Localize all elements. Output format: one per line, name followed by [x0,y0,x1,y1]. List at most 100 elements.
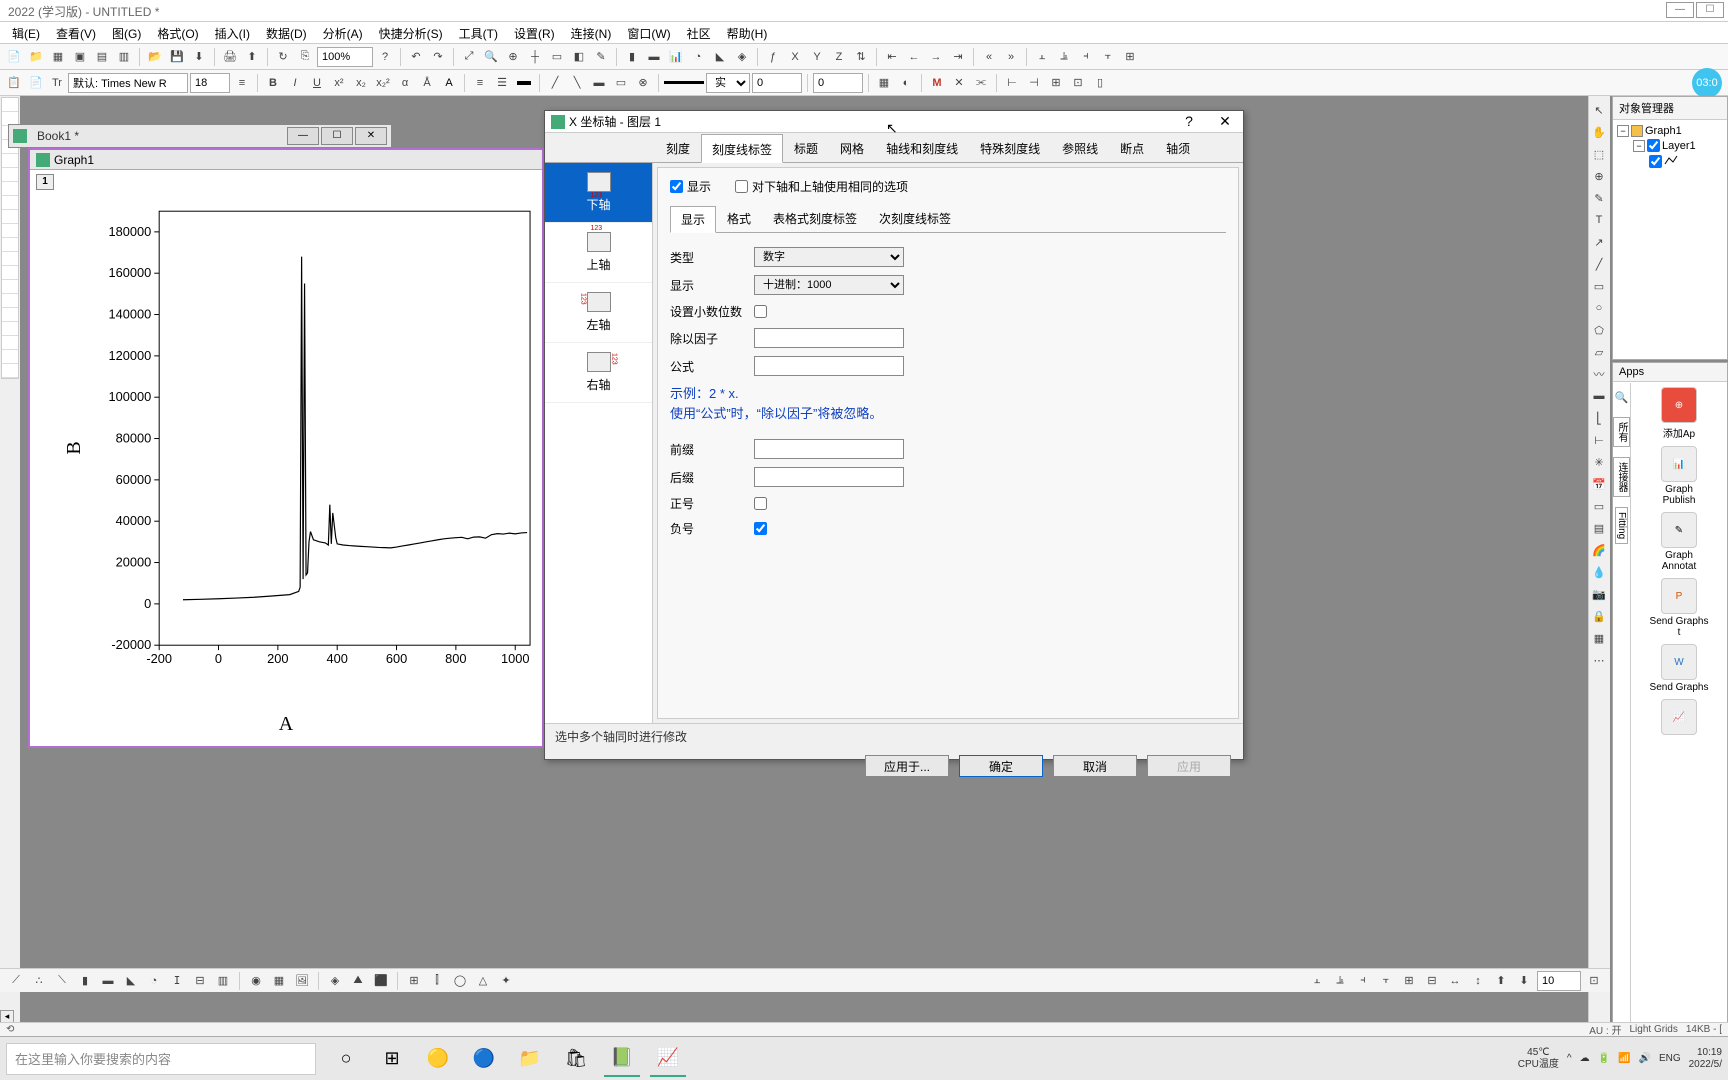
samew-btn[interactable]: ↔ [1445,971,1465,991]
excel-icon[interactable]: 📗 [604,1041,640,1077]
spacing-input[interactable] [1537,971,1581,991]
prev-icon[interactable]: ← [904,47,924,67]
lineweight-combo[interactable]: 实 [706,73,750,93]
new-folder-icon[interactable]: 📁 [26,47,46,67]
app-send-word[interactable]: WSend Graphs [1649,644,1709,693]
copy-format-icon[interactable]: 📋 [4,73,24,93]
menu-help[interactable]: 帮助(H) [719,22,776,43]
refresh-icon[interactable]: ↻ [273,47,293,67]
fontsize-combo[interactable] [190,73,230,93]
dialog-titlebar[interactable]: X 坐标轴 - 图层 1 ? ✕ [545,111,1243,133]
minimize-button[interactable]: — [1666,2,1694,18]
apps-search-icon[interactable]: 🔍 [1612,387,1632,407]
tab-rug[interactable]: 轴须 [1155,133,1201,162]
spectrum-icon[interactable]: 🌈 [1589,540,1609,560]
skipleft-icon[interactable]: « [979,47,999,67]
subtab-minor[interactable]: 次刻度线标签 [868,205,962,232]
heatmap-btn[interactable]: ▦ [269,971,289,991]
check-show[interactable]: 显示 [670,178,711,195]
gradient-icon[interactable]: ◐ [896,73,916,93]
app-annotator[interactable]: ✎Graph Annotat [1649,512,1709,572]
fill-icon[interactable] [514,73,534,93]
menu-insert[interactable]: 插入(I) [207,22,258,43]
alignbot-icon[interactable]: ⫡ [1054,47,1074,67]
tray-temp[interactable]: 45℃CPU温度 [1518,1047,1559,1071]
y-label-icon[interactable]: Y [807,47,827,67]
graph-window[interactable]: Graph1 1 B A -20000020000400006000080000… [28,148,544,748]
duplicate-icon[interactable]: ⎘ [295,47,315,67]
aligntop-icon[interactable]: ⫠ [1032,47,1052,67]
group-icon[interactable]: ⊞ [1120,47,1140,67]
3d-icon[interactable]: ◈ [732,47,752,67]
subtab-table[interactable]: 表格式刻度标签 [762,205,868,232]
store-icon[interactable]: 🛍 [558,1041,594,1077]
formula-icon[interactable]: ƒ [763,47,783,67]
alignm-btn[interactable]: ⊞ [1399,971,1419,991]
polygon-icon[interactable]: ⬠ [1589,320,1609,340]
column-icon[interactable]: ▮ [622,47,642,67]
menu-format[interactable]: 格式(O) [149,22,206,43]
taskview-icon[interactable]: ⊞ [374,1041,410,1077]
windows-search[interactable]: 在这里输入你要搜索的内容 [6,1043,316,1075]
tab-break[interactable]: 断点 [1109,133,1155,162]
pie-btn[interactable]: ◔ [144,971,164,991]
line-color-icon[interactable]: ▬ [589,73,609,93]
region-icon[interactable]: ▭ [547,47,567,67]
start-button[interactable]: ○ [328,1041,364,1077]
tray-up-icon[interactable]: ^ [1567,1053,1572,1064]
alignr-btn[interactable]: ⫞ [1353,971,1373,991]
bar-btn[interactable]: ▬ [98,971,118,991]
zoomrect-icon[interactable]: ⬚ [1589,144,1609,164]
next-icon[interactable]: → [926,47,946,67]
linewidth-input[interactable] [752,73,802,93]
plot-visible-check[interactable] [1649,155,1662,168]
app-more[interactable]: 📈 [1649,699,1709,737]
menu-edit[interactable]: 辑(E) [4,22,48,43]
tray-sound-icon[interactable]: 🔊 [1639,1053,1651,1064]
ok-button[interactable]: 确定 [959,755,1043,777]
apply-button[interactable]: 应用 [1147,755,1231,777]
menu-tools[interactable]: 工具(T) [451,22,506,43]
area-icon[interactable]: ◣ [710,47,730,67]
new-project-icon[interactable]: 📄 [4,47,24,67]
smallcap-icon[interactable]: Å [417,73,437,93]
menu-data[interactable]: 数据(D) [258,22,315,43]
tree-plot[interactable] [1617,153,1723,169]
axis-bottom[interactable]: 123 下轴 [545,163,652,223]
snap-icon[interactable]: ⊡ [1068,73,1088,93]
menu-graph[interactable]: 图(G) [104,22,149,43]
new-graph-icon[interactable]: ▣ [70,47,90,67]
mask-icon[interactable]: ◧ [569,47,589,67]
m-marker-icon[interactable]: M [927,73,947,93]
edge-icon[interactable]: 🔵 [466,1041,502,1077]
region2-icon[interactable]: ▱ [1589,342,1609,362]
bold-icon[interactable]: B [263,73,283,93]
subscript-icon[interactable]: x₂ [351,73,371,93]
new-workbook-icon[interactable]: ▦ [48,47,68,67]
import-icon[interactable]: ⬇ [189,47,209,67]
greek-icon[interactable]: α [395,73,415,93]
book1-window[interactable]: Book1 * — ☐ ✕ [8,124,392,148]
asterisk-icon[interactable]: ✳ [1589,452,1609,472]
scatter-plot-btn[interactable]: ∴ [29,971,49,991]
menu-community[interactable]: 社区 [679,22,719,43]
tab-specialtick[interactable]: 特殊刻度线 [969,133,1051,162]
tree-root[interactable]: − Graph1 [1617,124,1723,138]
menu-settings[interactable]: 设置(R) [506,22,563,43]
skipright-icon[interactable]: » [1001,47,1021,67]
italic-icon[interactable]: I [285,73,305,93]
alignt-btn[interactable]: ⫟ [1376,971,1396,991]
layer-button[interactable]: 1 [36,174,54,190]
app-publisher[interactable]: 📊Graph Publish [1649,446,1709,506]
superscript-icon[interactable]: x² [329,73,349,93]
template-btn[interactable]: ⊞ [404,971,424,991]
redo-icon[interactable]: ↷ [428,47,448,67]
pie-icon[interactable]: ◔ [688,47,708,67]
tray-lang[interactable]: ENG [1659,1053,1681,1064]
date-icon[interactable]: 📅 [1589,474,1609,494]
layout-icon[interactable]: ▯ [1090,73,1110,93]
pattern-icon[interactable]: ▦ [874,73,894,93]
3dsurface-btn[interactable]: ⛰ [348,971,368,991]
line-style-icon[interactable]: ╱ [545,73,565,93]
colormap-icon[interactable]: ▤ [1589,518,1609,538]
